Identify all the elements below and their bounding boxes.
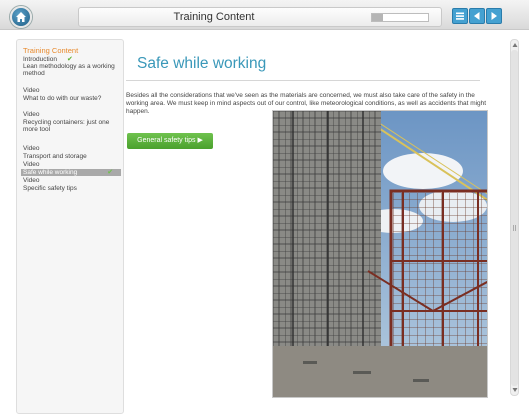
sidebar-item-label: Video [23, 87, 40, 94]
title-divider [126, 80, 480, 81]
home-icon [16, 12, 26, 22]
photo-illustration [273, 111, 487, 397]
sidebar-item-video-1[interactable]: Video [23, 87, 119, 94]
scrollbar[interactable] [510, 39, 519, 396]
sidebar-item-video-2[interactable]: Video [23, 111, 119, 118]
scroll-up-icon[interactable] [512, 42, 518, 48]
general-safety-tips-button[interactable]: General safety tips ▶ [127, 133, 213, 149]
sidebar-item-safe-while-working[interactable]: Safe while working ✔ [21, 169, 121, 177]
progress-bar [371, 13, 429, 22]
next-icon [491, 12, 497, 20]
menu-button[interactable] [452, 8, 468, 24]
sidebar-item-label: Video [23, 145, 40, 152]
sidebar-item-label: Video [23, 177, 40, 184]
next-button[interactable] [486, 8, 502, 24]
sidebar-item-transport[interactable]: Transport and storage [23, 153, 119, 160]
grip-icon [513, 225, 516, 231]
header-title: Training Content [173, 11, 255, 23]
title-bar: Training Content [78, 7, 442, 27]
previous-button[interactable] [469, 8, 485, 24]
sidebar-item-safety-tips[interactable]: Specific safety tips [23, 185, 119, 192]
sidebar-item-label: Video [23, 111, 40, 118]
sidebar-item-label: Video [23, 161, 40, 168]
progress-fill [372, 14, 384, 21]
sidebar-item-label: Transport and storage [23, 153, 87, 160]
sidebar-title: Training Content [23, 46, 79, 55]
sidebar-item-video-4[interactable]: Video [23, 161, 119, 168]
previous-icon [474, 12, 480, 20]
sidebar-item-waste[interactable]: What to do with our waste? [23, 95, 119, 102]
sidebar-item-label: Recycling containers: just one more tool [23, 119, 110, 134]
scroll-down-icon[interactable] [512, 387, 518, 393]
construction-site-photo [272, 110, 488, 398]
sidebar-item-video-5[interactable]: Video [23, 177, 119, 184]
sidebar-item-label: Specific safety tips [23, 185, 77, 192]
sidebar-item-lean-methodology[interactable]: Lean methodology as a working method [23, 63, 119, 78]
sidebar-item-video-3[interactable]: Video [23, 145, 119, 152]
sidebar-item-recycling[interactable]: Recycling containers: just one more tool [23, 119, 119, 134]
top-bar: Training Content [0, 0, 529, 30]
check-icon: ✔ [66, 56, 73, 63]
menu-icon [456, 12, 464, 20]
page-title: Safe while working [137, 55, 267, 72]
check-icon: ✔ [107, 169, 114, 176]
scroll-thumb[interactable] [511, 50, 518, 386]
sidebar-item-label: Introduction [23, 56, 57, 63]
sidebar-item-label: Safe while working [23, 169, 78, 176]
sidebar-item-label: What to do with our waste? [23, 95, 102, 102]
sidebar: Training Content Introduction ✔ Lean meth… [16, 39, 124, 414]
sidebar-item-label: Lean methodology as a working method [23, 63, 115, 78]
home-button[interactable] [10, 6, 32, 28]
